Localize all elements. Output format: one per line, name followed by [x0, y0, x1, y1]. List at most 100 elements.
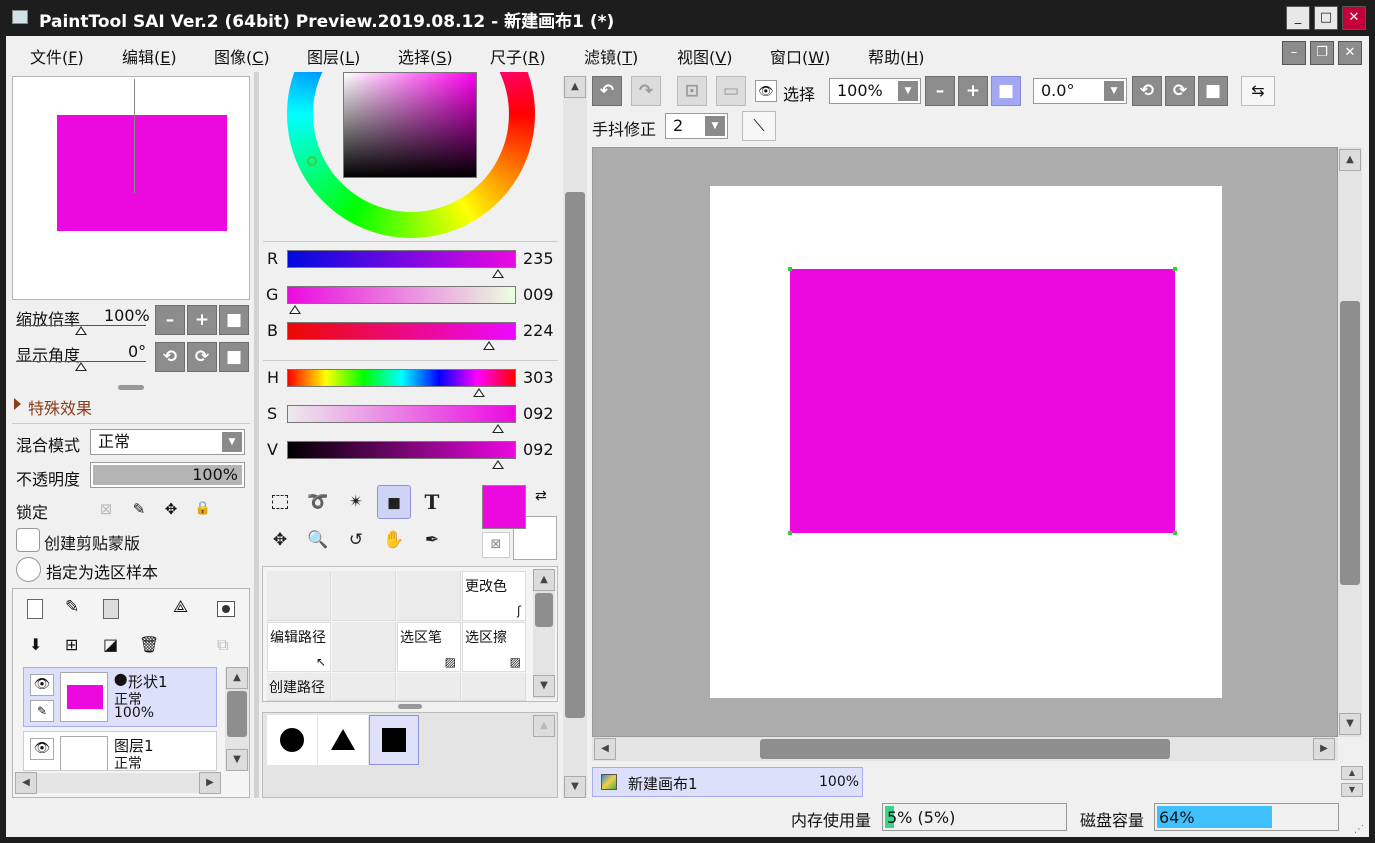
- layer-scrollbar[interactable]: ▲ ▼: [225, 667, 249, 771]
- tool-slot[interactable]: [462, 673, 526, 701]
- scroll-up-button[interactable]: ▲: [226, 667, 248, 689]
- tool-slot[interactable]: [332, 622, 396, 672]
- s-slider[interactable]: [287, 405, 516, 423]
- rect-select-tool-icon[interactable]: [263, 485, 297, 519]
- canvas-hscrollbar[interactable]: ◀ ▶: [592, 737, 1338, 761]
- tool-grid-scrollbar[interactable]: ▲ ▼: [533, 569, 555, 699]
- rotate-right-button[interactable]: ⟳: [187, 342, 217, 372]
- scroll-down-button[interactable]: ▼: [533, 675, 555, 697]
- line-mode-icon[interactable]: ⟍: [742, 111, 776, 141]
- selection-eraser-tool[interactable]: 选区擦 ▨: [462, 622, 526, 672]
- lasso-tool-icon[interactable]: ➰: [301, 485, 335, 519]
- minimize-button[interactable]: _: [1286, 6, 1310, 30]
- eye-icon[interactable]: 👁: [30, 674, 54, 696]
- menu-view[interactable]: 视图(V): [677, 44, 732, 68]
- scroll-up-button[interactable]: ▲: [533, 569, 555, 591]
- b-slider[interactable]: [287, 322, 516, 340]
- menu-help[interactable]: 帮助(H): [868, 44, 925, 68]
- scroll-up-button[interactable]: ▲: [1339, 149, 1361, 171]
- magic-wand-tool-icon[interactable]: ✴: [339, 485, 373, 519]
- scroll-right-button[interactable]: ▶: [199, 772, 221, 794]
- shape-handle[interactable]: [788, 531, 792, 535]
- v-slider[interactable]: [287, 441, 516, 459]
- left-panel-separator[interactable]: [254, 72, 259, 798]
- swap-colors-icon[interactable]: ⇄: [535, 488, 547, 504]
- zoom-in-button[interactable]: +: [187, 305, 217, 335]
- blend-mode-select[interactable]: 正常 ▼: [90, 429, 245, 455]
- layer-hscrollbar[interactable]: ◀ ▶: [15, 772, 221, 794]
- menu-ruler[interactable]: 尺子(R): [490, 44, 546, 68]
- canvas-vscrollbar[interactable]: ▲ ▼: [1338, 147, 1362, 737]
- mask-icon[interactable]: [217, 601, 235, 617]
- effects-arrow-icon[interactable]: [14, 398, 21, 410]
- h-slider-handle[interactable]: [473, 388, 486, 397]
- selection-pen-tool[interactable]: 选区笔 ▨: [397, 622, 461, 672]
- panel-splitter[interactable]: [398, 704, 422, 709]
- resize-grip-icon[interactable]: ⋰: [1354, 824, 1364, 835]
- canvas-paper[interactable]: [710, 186, 1222, 698]
- text-tool-icon[interactable]: T: [415, 485, 449, 519]
- canvas-viewport[interactable]: [592, 147, 1338, 737]
- scroll-down-button[interactable]: ▼: [226, 749, 248, 771]
- ruler-layer-icon[interactable]: ⟁: [173, 597, 188, 617]
- hand-tool-icon[interactable]: ✋: [377, 523, 411, 557]
- transparent-color-icon[interactable]: ⊠: [482, 532, 510, 558]
- panel-splitter[interactable]: [118, 385, 144, 390]
- clip-checkbox[interactable]: [16, 528, 40, 552]
- zoom-slider-handle[interactable]: [75, 326, 87, 335]
- rectangle-shape-option[interactable]: [369, 715, 419, 765]
- maximize-button[interactable]: □: [1314, 6, 1338, 30]
- edit-path-tool[interactable]: 编辑路径 ↖: [267, 622, 331, 672]
- hue-ring-marker[interactable]: [307, 156, 317, 166]
- tool-slot[interactable]: [397, 571, 461, 621]
- canvas-rotate-left-button[interactable]: ⟲: [1132, 76, 1162, 106]
- layer-row[interactable]: 👁 ✎ ⬤ 形状1 正常 100%: [23, 667, 217, 727]
- doc-minimize-button[interactable]: –: [1282, 41, 1306, 65]
- shape-handle[interactable]: [1173, 267, 1177, 271]
- lock-move-icon[interactable]: ✥: [158, 496, 184, 522]
- scroll-down-button[interactable]: ▼: [1339, 713, 1361, 735]
- tool-slot[interactable]: [332, 571, 396, 621]
- rotate-tool-icon[interactable]: ↺: [339, 523, 373, 557]
- scroll-thumb[interactable]: [1340, 301, 1360, 585]
- merge-down-icon[interactable]: ⬇: [29, 635, 42, 654]
- shape-tool-icon[interactable]: ◼: [377, 485, 411, 519]
- doc-restore-button[interactable]: ❐: [1310, 41, 1334, 65]
- canvas-rotate-reset-button[interactable]: ■: [1198, 76, 1228, 106]
- rotate-left-button[interactable]: ⟲: [155, 342, 185, 372]
- move-tool-icon[interactable]: ✥: [263, 523, 297, 557]
- circle-shape-option[interactable]: [267, 715, 317, 765]
- layer-row[interactable]: 👁 图层1 正常: [23, 731, 217, 771]
- shape-rectangle[interactable]: [788, 267, 1177, 535]
- scroll-left-button[interactable]: ◀: [15, 772, 37, 794]
- zoom-out-button[interactable]: –: [155, 305, 185, 335]
- eye-icon[interactable]: 👁: [30, 738, 54, 760]
- flip-horizontal-icon[interactable]: ⇆: [1241, 76, 1275, 106]
- stabilizer-select[interactable]: 2 ▼: [665, 113, 728, 139]
- selection-visibility-eye-icon[interactable]: 👁: [755, 80, 777, 102]
- scroll-right-button[interactable]: ▶: [1313, 738, 1335, 760]
- scroll-up-button[interactable]: ▲: [533, 715, 555, 737]
- tab-scroll-down-button[interactable]: ▼: [1341, 783, 1363, 797]
- v-slider-handle[interactable]: [491, 460, 504, 469]
- canvas-rotate-right-button[interactable]: ⟳: [1165, 76, 1195, 106]
- clear-layer-icon[interactable]: ◪: [103, 635, 118, 654]
- canvas-zoom-out-button[interactable]: –: [925, 76, 955, 106]
- lock-transparency-icon[interactable]: ⊠: [93, 496, 119, 522]
- menu-image[interactable]: 图像(C): [214, 44, 270, 68]
- selection-source-radio[interactable]: [16, 557, 41, 582]
- shape-handle[interactable]: [788, 267, 792, 271]
- foreground-color-swatch[interactable]: [482, 485, 526, 529]
- canvas-zoom-reset-button[interactable]: ■: [991, 76, 1021, 106]
- scroll-thumb[interactable]: [535, 593, 553, 627]
- angle-slider-handle[interactable]: [75, 362, 87, 371]
- tool-slot[interactable]: [332, 673, 396, 701]
- new-folder-icon[interactable]: [103, 599, 119, 619]
- merge-visible-icon[interactable]: ⊞: [65, 635, 78, 654]
- eyedropper-tool-icon[interactable]: ✒: [415, 523, 449, 557]
- color-panel-scrollbar[interactable]: ▲ ▼: [563, 76, 587, 798]
- undo-button[interactable]: ↶: [592, 76, 622, 106]
- lock-all-icon[interactable]: 🔒: [190, 496, 216, 522]
- menu-file[interactable]: 文件(F): [30, 44, 84, 68]
- new-pen-layer-icon[interactable]: ✎: [65, 597, 79, 617]
